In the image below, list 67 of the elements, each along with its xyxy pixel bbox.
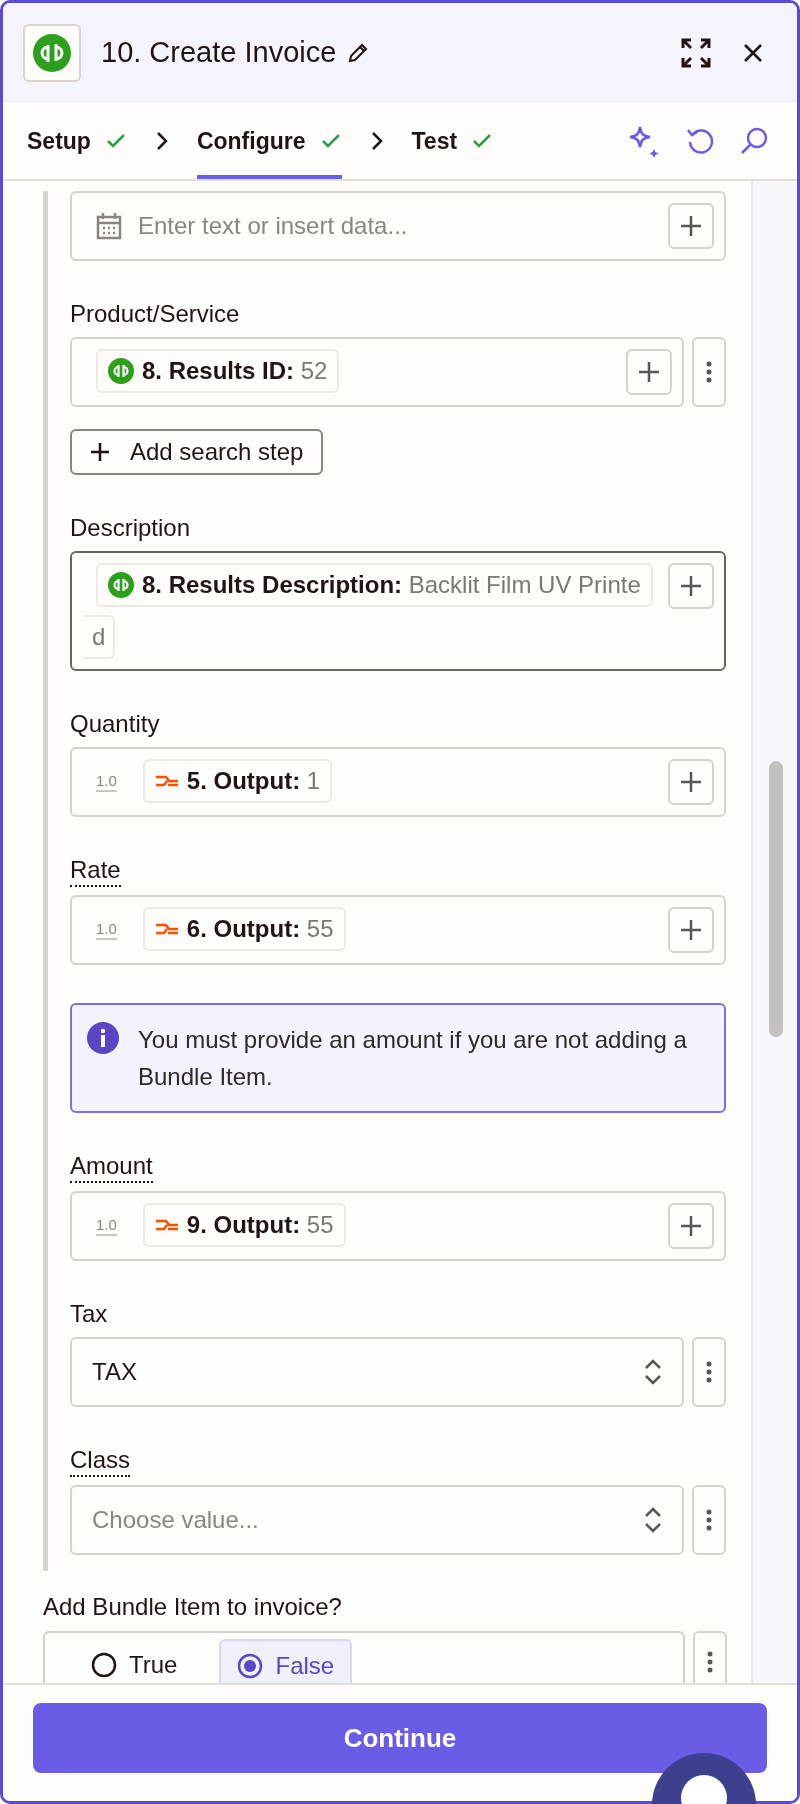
kebab-menu-icon bbox=[706, 1361, 712, 1383]
plus-icon bbox=[637, 360, 661, 384]
plus-icon bbox=[679, 1214, 703, 1238]
up-down-caret-icon bbox=[644, 1358, 662, 1386]
step-title: 10. Create Invoice bbox=[101, 35, 337, 71]
radio-option[interactable]: False bbox=[219, 1639, 353, 1683]
radio-option[interactable]: True bbox=[73, 1639, 196, 1683]
data-pill[interactable]: 8. Results Description: Backlit Film UV Printe bbox=[96, 563, 653, 607]
chevron-right-icon bbox=[154, 130, 169, 152]
field-label: Add Bundle Item to invoice? bbox=[43, 1592, 343, 1622]
data-pill[interactable]: 6. Output: 55 bbox=[142, 907, 346, 951]
insert-data-button[interactable] bbox=[626, 349, 672, 395]
data-pill[interactable]: d bbox=[84, 615, 116, 659]
insert-data-button[interactable] bbox=[668, 759, 714, 805]
add-search-step-button[interactable]: Add search step bbox=[70, 429, 324, 475]
kebab-menu-icon bbox=[707, 1651, 713, 1673]
insert-data-button[interactable] bbox=[668, 1203, 714, 1249]
plus-icon bbox=[90, 442, 110, 462]
insert-data-button[interactable] bbox=[668, 563, 714, 609]
notice-text: You must provide an amount if you are not adding a Bundle Item. bbox=[138, 1025, 688, 1092]
expand-icon[interactable] bbox=[681, 38, 711, 68]
field-label: Class bbox=[70, 1445, 130, 1477]
undo-icon[interactable] bbox=[685, 126, 715, 156]
chevron-right-icon bbox=[369, 130, 384, 152]
close-icon[interactable] bbox=[743, 43, 763, 63]
plus-icon bbox=[679, 770, 703, 794]
continue-button[interactable]: Continue bbox=[33, 1703, 767, 1773]
select-field[interactable]: TAX bbox=[70, 1337, 684, 1407]
data-pill[interactable]: 9. Output: 55 bbox=[142, 1203, 346, 1247]
field-label: Amount bbox=[70, 1151, 153, 1183]
text-input-field[interactable]: Enter text or insert data... bbox=[70, 191, 726, 261]
insert-data-button[interactable] bbox=[668, 203, 714, 249]
field-label: Quantity bbox=[70, 709, 160, 739]
number-type-label: 1.0 bbox=[96, 920, 117, 940]
plus-icon bbox=[679, 918, 703, 942]
mapped-field[interactable]: 1.0 9. Output: 55 bbox=[70, 1191, 726, 1261]
number-type-label: 1.0 bbox=[96, 772, 117, 792]
step-tab[interactable]: Setup bbox=[27, 103, 127, 179]
more-options-button[interactable] bbox=[693, 1631, 727, 1683]
kebab-menu-icon bbox=[706, 1509, 712, 1531]
mapped-field[interactable]: 1.0 5. Output: 1 bbox=[70, 747, 726, 817]
search-icon[interactable] bbox=[739, 126, 769, 156]
field-label: Description bbox=[70, 513, 191, 543]
info-icon bbox=[86, 1021, 120, 1055]
sparkle-icon[interactable] bbox=[627, 124, 661, 158]
mapped-field[interactable]: 8. Results ID: 52 bbox=[70, 337, 684, 407]
radio-empty-icon bbox=[91, 1652, 117, 1678]
field-label: Product/Service bbox=[70, 299, 240, 329]
app-logo-icon bbox=[23, 24, 81, 82]
data-pill[interactable]: 8. Results ID: 52 bbox=[96, 349, 340, 393]
scrollbar-thumb[interactable] bbox=[769, 761, 783, 1037]
mapped-field[interactable]: 8. Results Description: Backlit Film UV Printe d bbox=[70, 551, 726, 671]
radio-selected-icon bbox=[237, 1653, 264, 1679]
number-type-label: 1.0 bbox=[96, 1216, 117, 1236]
data-pill[interactable]: 5. Output: 1 bbox=[142, 759, 333, 803]
plus-icon bbox=[679, 574, 703, 598]
field-label: Rate bbox=[70, 855, 121, 887]
mapped-field[interactable]: 1.0 6. Output: 55 bbox=[70, 895, 726, 965]
insert-data-button[interactable] bbox=[668, 907, 714, 953]
calendar-icon bbox=[96, 212, 122, 240]
up-down-caret-icon bbox=[644, 1506, 662, 1534]
kebab-menu-icon bbox=[706, 361, 712, 383]
step-tab[interactable]: Test bbox=[411, 103, 494, 179]
select-field[interactable]: Choose value... bbox=[70, 1485, 684, 1555]
field-label: Tax bbox=[70, 1299, 108, 1329]
plus-icon bbox=[679, 214, 703, 238]
step-tab[interactable]: Configure bbox=[196, 103, 342, 179]
